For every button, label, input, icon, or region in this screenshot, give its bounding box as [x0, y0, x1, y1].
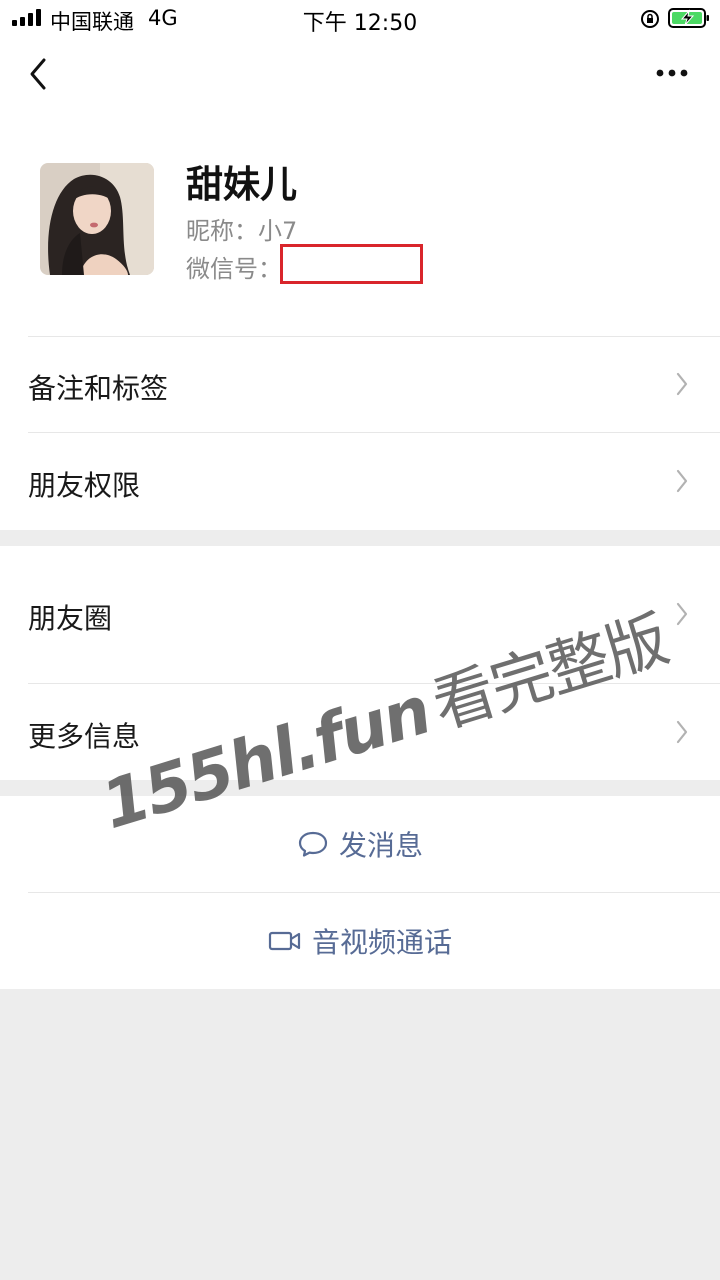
navigation-bar — [0, 36, 720, 116]
chevron-right-icon — [676, 602, 688, 626]
video-call-label: 音视频通话 — [311, 926, 452, 959]
row-label: 朋友权限 — [28, 469, 141, 502]
status-bar: 中国联通 4G 下午 12:50 — [0, 0, 720, 36]
contact-nickname: 昵称：小7 — [186, 217, 298, 245]
wechat-id-redaction-box — [280, 244, 423, 284]
row-label: 朋友圈 — [28, 602, 113, 635]
avatar[interactable] — [40, 163, 154, 275]
chat-bubble-icon — [298, 831, 328, 857]
send-message-label: 发消息 — [338, 829, 423, 862]
chevron-right-icon — [676, 469, 688, 493]
contact-name: 甜妹儿 — [186, 163, 297, 206]
info-section: 朋友圈 更多信息 — [0, 546, 720, 780]
row-label: 备注和标签 — [28, 372, 169, 405]
clock: 下午 12:50 — [302, 11, 418, 36]
video-call-button[interactable]: 音视频通话 — [0, 893, 720, 989]
row-label: 更多信息 — [28, 720, 141, 753]
contact-profile-page: 中国联通 4G 下午 12:50 甜妹儿 昵称：小7 微信号： 备注和标签 朋友… — [0, 0, 720, 1280]
video-camera-icon — [268, 931, 301, 951]
settings-section: 备注和标签 朋友权限 — [0, 336, 720, 530]
row-remarks-and-tags[interactable]: 备注和标签 — [0, 336, 720, 432]
profile-card: 甜妹儿 昵称：小7 微信号： — [0, 116, 720, 336]
rotation-lock-icon — [641, 10, 659, 28]
row-more-info[interactable]: 更多信息 — [0, 684, 720, 780]
chevron-left-icon[interactable] — [22, 54, 58, 94]
row-friend-permissions[interactable]: 朋友权限 — [0, 433, 720, 530]
battery-charging-icon — [668, 8, 709, 28]
more-dots-icon[interactable] — [648, 58, 696, 88]
chevron-right-icon — [676, 720, 688, 744]
wechat-id-label: 微信号： — [186, 255, 282, 283]
row-moments[interactable]: 朋友圈 — [0, 546, 720, 683]
send-message-button[interactable]: 发消息 — [0, 796, 720, 892]
chevron-right-icon — [676, 372, 688, 396]
contact-actions: 发消息 音视频通话 — [0, 796, 720, 989]
